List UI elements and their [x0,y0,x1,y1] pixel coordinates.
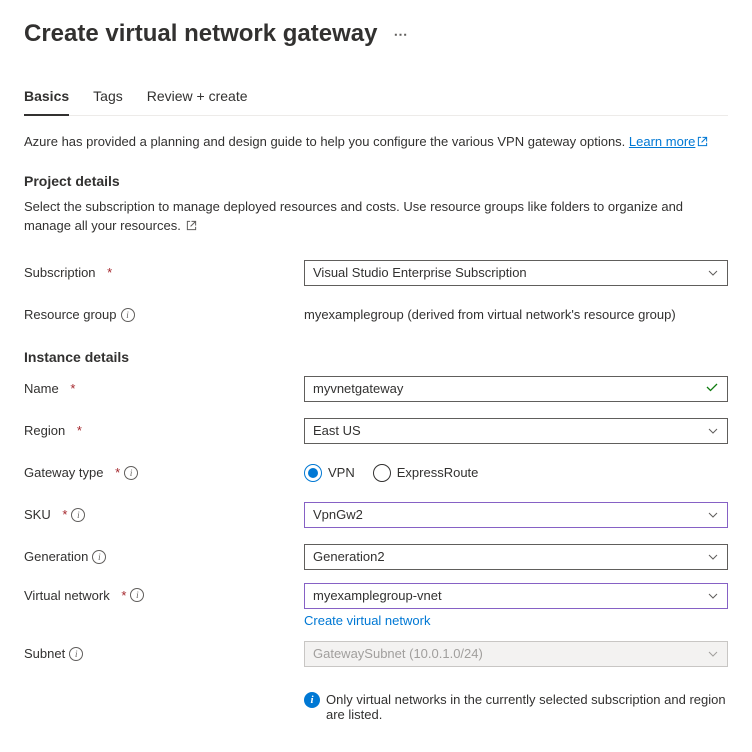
info-icon: i [304,692,320,708]
info-icon[interactable]: i [69,647,83,661]
sku-value: VpnGw2 [313,507,363,522]
generation-value: Generation2 [313,549,385,564]
gateway-type-vpn[interactable]: VPN [304,464,355,482]
vnet-note: i Only virtual networks in the currently… [304,692,728,722]
subnet-select: GatewaySubnet (10.0.1.0/24) [304,641,728,667]
learn-more-link[interactable]: Learn more [629,134,708,149]
chevron-down-icon [707,509,719,521]
info-icon[interactable]: i [121,308,135,322]
virtual-network-select[interactable]: myexamplegroup-vnet [304,583,728,609]
gateway-type-label: Gateway type * i [24,465,304,480]
resource-group-label: Resource group i [24,307,304,322]
external-link-icon[interactable] [186,217,197,237]
tab-bar: Basics Tags Review + create [24,80,728,116]
intro-text-content: Azure has provided a planning and design… [24,134,629,149]
chevron-down-icon [707,551,719,563]
tab-review-create[interactable]: Review + create [147,80,248,116]
virtual-network-value: myexamplegroup-vnet [313,588,442,603]
name-input[interactable]: myvnetgateway [304,376,728,402]
radio-icon [373,464,391,482]
create-virtual-network-link[interactable]: Create virtual network [304,613,728,628]
region-label: Region * [24,423,304,438]
sku-select[interactable]: VpnGw2 [304,502,728,528]
gateway-type-expressroute[interactable]: ExpressRoute [373,464,479,482]
project-details-desc-text: Select the subscription to manage deploy… [24,199,683,234]
page-title: Create virtual network gateway ⋯ [24,20,728,48]
gateway-type-vpn-label: VPN [328,465,355,480]
tab-tags[interactable]: Tags [93,80,123,116]
subscription-label: Subscription * [24,265,304,280]
name-label: Name * [24,381,304,396]
region-value: East US [313,423,361,438]
generation-label: Generation i [24,549,304,564]
info-icon[interactable]: i [71,508,85,522]
chevron-down-icon [707,425,719,437]
generation-select[interactable]: Generation2 [304,544,728,570]
subnet-value: GatewaySubnet (10.0.1.0/24) [313,646,483,661]
subnet-label: Subnet i [24,646,304,661]
intro-text: Azure has provided a planning and design… [24,132,728,153]
gateway-type-radios: VPN ExpressRoute [304,464,728,482]
external-link-icon [697,133,708,153]
info-icon[interactable]: i [124,466,138,480]
sku-label: SKU * i [24,507,304,522]
instance-details-heading: Instance details [24,349,728,365]
gateway-type-expressroute-label: ExpressRoute [397,465,479,480]
page-title-text: Create virtual network gateway [24,20,377,48]
subscription-value: Visual Studio Enterprise Subscription [313,265,527,280]
project-details-heading: Project details [24,173,728,189]
tab-basics[interactable]: Basics [24,80,69,116]
info-icon[interactable]: i [130,588,144,602]
region-select[interactable]: East US [304,418,728,444]
virtual-network-label: Virtual network * i [24,583,304,603]
chevron-down-icon [707,648,719,660]
info-icon[interactable]: i [92,550,106,564]
resource-group-value: myexamplegroup (derived from virtual net… [304,307,676,322]
chevron-down-icon [707,590,719,602]
checkmark-icon [705,380,719,397]
more-icon[interactable]: ⋯ [393,26,409,43]
name-value: myvnetgateway [313,381,403,396]
radio-icon [304,464,322,482]
subscription-select[interactable]: Visual Studio Enterprise Subscription [304,260,728,286]
chevron-down-icon [707,267,719,279]
learn-more-label: Learn more [629,134,695,149]
vnet-note-text: Only virtual networks in the currently s… [326,692,728,722]
project-details-desc: Select the subscription to manage deploy… [24,197,728,237]
